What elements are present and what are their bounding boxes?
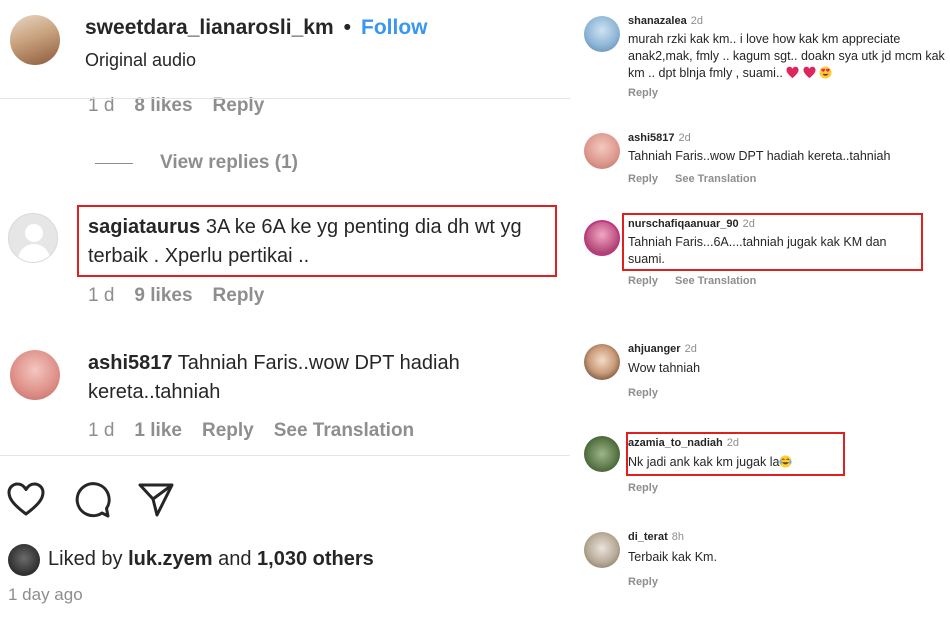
separator-dot: • — [343, 16, 351, 39]
author-avatar[interactable] — [10, 15, 60, 65]
comment-actions: Reply — [628, 482, 672, 494]
liked-by-prefix: Liked by — [48, 548, 123, 570]
comment-body: Wow tahniah — [628, 361, 701, 375]
commenter-avatar[interactable] — [584, 344, 620, 380]
comment-actions: Reply See Translation — [628, 275, 770, 287]
reply-button[interactable]: Reply — [628, 275, 658, 287]
see-translation-button[interactable]: See Translation — [675, 275, 756, 287]
comment-time: 2d — [726, 437, 740, 449]
comment-text: Nk jadi ank kak km jugak la — [628, 455, 780, 469]
reply-button[interactable]: Reply — [628, 387, 658, 399]
post-timestamp: 1 day ago — [8, 585, 83, 604]
reply-button[interactable]: Reply — [628, 576, 658, 588]
comment-username[interactable]: ashi5817 — [628, 132, 674, 144]
header-divider — [0, 98, 570, 99]
reply-button[interactable]: Reply — [628, 173, 658, 185]
comment-meta-row: 1 d 1 like Reply See Translation — [88, 420, 434, 442]
commenter-avatar[interactable] — [584, 16, 620, 52]
comment-username[interactable]: nurschafiqaanuar_90 — [628, 218, 739, 230]
liked-by-conj: and — [218, 548, 252, 570]
comment-header: shanazalea 2d — [628, 15, 703, 27]
comment-time: 1 d — [88, 420, 115, 441]
left-screenshot-panel: sweetdara_lianarosli_km • Follow Origina… — [0, 0, 570, 620]
comment-text: sagiataurus 3A ke 6A ke yg penting dia d… — [88, 213, 553, 271]
see-translation-button[interactable]: See Translation — [274, 420, 414, 442]
commenter-avatar[interactable] — [584, 133, 620, 169]
commenter-avatar[interactable] — [584, 532, 620, 568]
default-avatar[interactable] — [8, 213, 58, 263]
comment-time: 2d — [684, 343, 697, 355]
right-screenshot-panel: shanazalea 2d murah rzki kak km.. i love … — [572, 0, 950, 620]
comment-time: 8h — [671, 531, 684, 543]
comment-header: azamia_to_nadiah 2d — [628, 437, 739, 449]
post-header: sweetdara_lianarosli_km • Follow — [85, 16, 428, 40]
comment-body: Tahniah Faris...6A....tahniah jugak kak … — [628, 235, 887, 266]
comment-header: ahjuanger 2d — [628, 343, 697, 355]
comment-header: nurschafiqaanuar_90 2d — [628, 218, 755, 230]
comment-time: 2d — [690, 15, 703, 27]
comment-likes[interactable]: 9 likes — [134, 285, 192, 307]
view-replies-button[interactable]: View replies (1) — [160, 152, 298, 174]
commenter-avatar[interactable] — [584, 436, 620, 472]
comment-username[interactable]: di_terat — [628, 531, 668, 543]
comment-header: di_terat 8h — [628, 531, 684, 543]
comment-username[interactable]: shanazalea — [628, 15, 687, 27]
red-heart-icon — [803, 66, 816, 79]
paper-plane-icon[interactable] — [136, 480, 176, 520]
tears-of-joy-emoji-icon — [779, 455, 792, 468]
red-heart-icon — [786, 66, 799, 79]
comment-time: 2d — [742, 218, 755, 230]
heart-eyes-emoji-icon — [819, 66, 832, 79]
comment-body: Terbaik kak Km. — [628, 550, 717, 564]
reply-button[interactable]: Reply — [628, 87, 658, 99]
comment-text: ashi5817 Tahniah Faris..wow DPT hadiah k… — [88, 349, 558, 407]
comment-actions: Reply — [628, 576, 672, 588]
comment-username[interactable]: ashi5817 — [88, 352, 173, 374]
heart-icon[interactable] — [6, 480, 46, 520]
comment-username[interactable]: sagiataurus — [88, 216, 200, 238]
comment-body: Tahniah Faris..wow DPT hadiah kereta..ta… — [628, 149, 891, 163]
commenter-avatar[interactable] — [10, 350, 60, 400]
follow-button[interactable]: Follow — [361, 16, 428, 40]
actions-divider — [0, 455, 570, 456]
comment-actions: Reply See Translation — [628, 173, 770, 185]
view-replies-line — [95, 163, 133, 164]
comment-actions: Reply — [628, 87, 672, 99]
author-username[interactable]: sweetdara_lianarosli_km — [85, 16, 334, 40]
liked-by-text: Liked by luk.zyem and 1,030 others — [48, 548, 374, 571]
comment-body: murah rzki kak km.. i love how kak km ap… — [628, 31, 946, 82]
comment-header: ashi5817 2d — [628, 132, 691, 144]
commenter-avatar[interactable] — [584, 220, 620, 256]
reply-button[interactable]: Reply — [202, 420, 254, 442]
comment-time: 2d — [678, 132, 691, 144]
comment-body: Nk jadi ank kak km jugak la — [628, 454, 888, 471]
comment-time: 1 d — [88, 285, 115, 306]
comment-username[interactable]: ahjuanger — [628, 343, 681, 355]
liked-by-others[interactable]: 1,030 others — [257, 548, 374, 570]
comment-likes[interactable]: 1 like — [134, 420, 182, 442]
reply-button[interactable]: Reply — [628, 482, 658, 494]
original-audio-link[interactable]: Original audio — [85, 50, 196, 71]
liked-by-avatar[interactable] — [8, 544, 40, 576]
see-translation-button[interactable]: See Translation — [675, 173, 756, 185]
comment-username[interactable]: azamia_to_nadiah — [628, 437, 723, 449]
liked-by-user[interactable]: luk.zyem — [128, 548, 212, 570]
comment-actions: Reply — [628, 387, 672, 399]
reply-button[interactable]: Reply — [213, 285, 265, 307]
comment-meta-row: 1 d 9 likes Reply — [88, 285, 284, 307]
comment-icon[interactable] — [72, 480, 112, 520]
